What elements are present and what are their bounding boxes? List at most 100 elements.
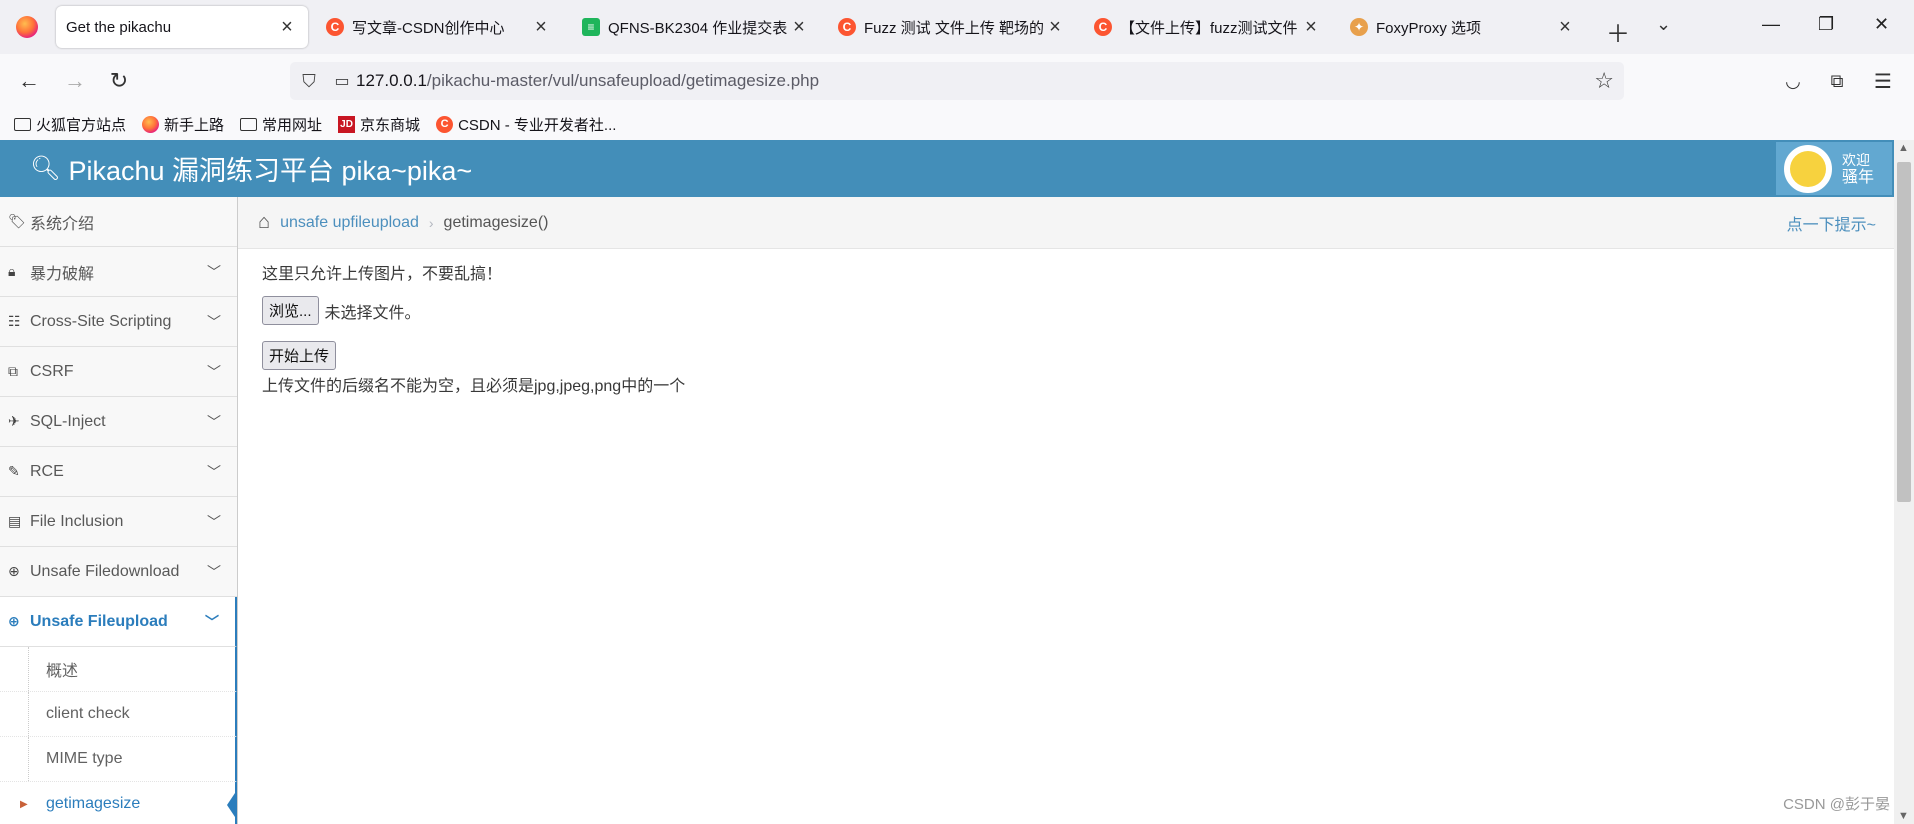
- key-icon: 🔍︎: [30, 155, 61, 182]
- scroll-up-icon[interactable]: ▲: [1898, 142, 1909, 154]
- sidebar-item-unsafe-fileupload[interactable]: ⊕ Unsafe Fileupload ﹀: [0, 597, 237, 647]
- chevron-down-icon: ﹀: [207, 413, 221, 430]
- page-scrollbar[interactable]: ▲ ▼: [1894, 140, 1914, 824]
- active-pointer: [227, 790, 237, 820]
- close-tab-icon[interactable]: ×: [1554, 16, 1576, 39]
- list-all-tabs-icon[interactable]: ⌄: [1656, 14, 1671, 35]
- tracking-protection-icon[interactable]: ⛉: [290, 71, 328, 92]
- sidebar-item-system-intro[interactable]: 🏷︎ 系统介绍: [0, 197, 237, 247]
- folder-icon: [14, 117, 31, 131]
- upload-icon: ⊕: [8, 613, 20, 629]
- url-text[interactable]: 127.0.0.1/pikachu-master/vul/unsafeuploa…: [356, 71, 819, 91]
- sidebar-subitem-overview[interactable]: 概述: [0, 647, 237, 692]
- browser-tab-strip: Get the pikachu × C 写文章-CSDN创作中心 × ≡ QFN…: [0, 0, 1914, 54]
- bookmark-common-sites[interactable]: 常用网址: [240, 114, 322, 135]
- tags-icon: 🏷︎: [8, 213, 26, 229]
- new-tab-icon[interactable]: ＋: [1606, 14, 1630, 49]
- folder-icon: [240, 117, 258, 131]
- start-upload-button[interactable]: 开始上传: [262, 341, 337, 370]
- file-input[interactable]: 浏览... 未选择文件。: [262, 296, 685, 325]
- chevron-down-icon: ﹀: [207, 313, 221, 330]
- sidebar-subitem-label: MIME type: [46, 750, 123, 767]
- sidebar-subitem-label: client check: [46, 705, 130, 722]
- sidebar-subitem-label: 概述: [46, 663, 79, 680]
- sidebar-item-unsafe-filedownload[interactable]: ⊕ Unsafe Filedownload ﹀: [0, 547, 237, 597]
- page-info-icon[interactable]: ▭: [328, 71, 356, 91]
- sidebar-item-rce[interactable]: ✎ RCE ﹀: [0, 447, 237, 497]
- bookmark-label: CSDN - 专业开发者社...: [458, 116, 617, 134]
- sidebar-item-xss[interactable]: ☷ Cross-Site Scripting ﹀: [0, 297, 237, 347]
- tab-get-the-pikachu[interactable]: Get the pikachu ×: [56, 6, 308, 48]
- sidebar-item-label: SQL-Inject: [30, 412, 106, 430]
- tab-fuzz-test[interactable]: C Fuzz 测试 文件上传 靶场的 ×: [828, 6, 1076, 48]
- tab-title: 【文件上传】fuzz测试文件: [1120, 19, 1298, 37]
- bookmark-star-icon[interactable]: ☆: [1594, 68, 1614, 94]
- sidebar-subitem-getimagesize[interactable]: ▶ getimagesize: [0, 782, 237, 824]
- sidebar-subitem-client-check[interactable]: client check: [0, 692, 237, 737]
- caret-right-icon: ▶: [20, 798, 28, 810]
- user-menu[interactable]: 欢迎 骚年: [1776, 142, 1892, 195]
- bookmark-label: 火狐官方站点: [36, 116, 127, 134]
- menu-icon[interactable]: ☰: [1868, 66, 1898, 96]
- home-icon[interactable]: ⌂: [258, 211, 270, 234]
- tree-line: [28, 647, 29, 691]
- close-tab-icon[interactable]: ×: [276, 16, 298, 39]
- tab-title: Fuzz 测试 文件上传 靶场的: [864, 19, 1044, 37]
- csdn-icon: C: [326, 18, 344, 36]
- jd-icon: JD: [338, 115, 356, 133]
- close-tab-icon[interactable]: ×: [1300, 16, 1322, 39]
- chevron-down-icon: ﹀: [207, 263, 221, 280]
- browse-button[interactable]: 浏览...: [262, 296, 319, 325]
- tab-foxyproxy[interactable]: ✦ FoxyProxy 选项 ×: [1340, 6, 1586, 48]
- breadcrumb-current: getimagesize(): [443, 213, 549, 231]
- sidebar-item-csrf[interactable]: ⧉ CSRF ﹀: [0, 347, 237, 397]
- scrollbar-thumb[interactable]: [1897, 162, 1911, 502]
- breadcrumb-separator-icon: ›: [428, 214, 434, 231]
- csdn-watermark: CSDN @彭于晏: [1783, 796, 1890, 813]
- lock-icon: 🔒︎: [8, 263, 16, 279]
- bookmark-label: 新手上路: [164, 116, 225, 134]
- restore-icon[interactable]: ❐: [1818, 14, 1834, 35]
- bookmark-jd[interactable]: JD 京东商城: [338, 114, 420, 135]
- app-title: Pikachu 漏洞练习平台 pika~pika~: [68, 156, 473, 186]
- pocket-icon[interactable]: ◡: [1778, 66, 1808, 96]
- sidebar-item-brute-force[interactable]: 🔒︎ 暴力破解 ﹀: [0, 247, 237, 297]
- tab-csdn-write[interactable]: C 写文章-CSDN创作中心 ×: [316, 6, 562, 48]
- upload-result-message: 上传文件的后缀名不能为空，且必须是jpg,jpeg,png中的一个: [262, 378, 686, 395]
- welcome-text: 欢迎: [1842, 151, 1870, 168]
- bookmark-csdn[interactable]: C CSDN - 专业开发者社...: [436, 114, 616, 135]
- firefox-icon: [142, 115, 160, 133]
- extensions-icon[interactable]: ⧉: [1822, 66, 1852, 96]
- sidebar-item-label: Unsafe Fileupload: [30, 612, 168, 630]
- close-tab-icon[interactable]: ×: [530, 16, 552, 39]
- breadcrumb: ⌂ unsafe upfileupload › getimagesize() 点…: [238, 197, 1894, 249]
- tab-qfns-form[interactable]: ≡ QFNS-BK2304 作业提交表 ×: [572, 6, 820, 48]
- address-bar[interactable]: ⛉ ▭ 127.0.0.1/pikachu-master/vul/unsafeu…: [290, 62, 1624, 100]
- tab-title: 写文章-CSDN创作中心: [352, 19, 505, 37]
- breadcrumb-parent-link[interactable]: unsafe upfileupload: [280, 214, 419, 232]
- tab-title: QFNS-BK2304 作业提交表: [608, 19, 788, 37]
- bookmark-firefox-official[interactable]: 火狐官方站点: [14, 114, 126, 135]
- back-icon[interactable]: ←: [14, 66, 44, 96]
- app-brand[interactable]: 🔍︎ Pikachu 漏洞练习平台 pika~pika~: [30, 149, 472, 188]
- sidebar-item-sql-inject[interactable]: ✈︎ SQL-Inject ﹀: [0, 397, 237, 447]
- tab-file-upload-fuzz[interactable]: C 【文件上传】fuzz测试文件 ×: [1084, 6, 1332, 48]
- tab-title: FoxyProxy 选项: [1376, 19, 1482, 37]
- sidebar-subitem-mime-type[interactable]: MIME type: [0, 737, 237, 782]
- close-tab-icon[interactable]: ×: [788, 16, 810, 39]
- reload-icon[interactable]: ↻: [104, 66, 134, 96]
- chevron-down-icon: ﹀: [207, 363, 221, 380]
- sidebar-item-label: RCE: [30, 462, 64, 480]
- sidebar-item-label: 系统介绍: [30, 215, 95, 233]
- scroll-down-icon[interactable]: ▼: [1898, 810, 1909, 822]
- firefox-menu-icon[interactable]: [0, 0, 54, 54]
- bookmark-getting-started[interactable]: 新手上路: [142, 114, 224, 135]
- hint-link[interactable]: 点一下提示~: [1787, 211, 1876, 235]
- close-window-icon[interactable]: ✕: [1874, 14, 1889, 35]
- minimize-icon[interactable]: —: [1762, 14, 1780, 35]
- sidebar-item-label: Cross-Site Scripting: [30, 312, 172, 330]
- sidebar-item-file-inclusion[interactable]: ▤ File Inclusion ﹀: [0, 497, 237, 547]
- forward-icon[interactable]: →: [60, 66, 90, 96]
- tab-title: Get the pikachu: [66, 18, 172, 36]
- close-tab-icon[interactable]: ×: [1044, 16, 1066, 39]
